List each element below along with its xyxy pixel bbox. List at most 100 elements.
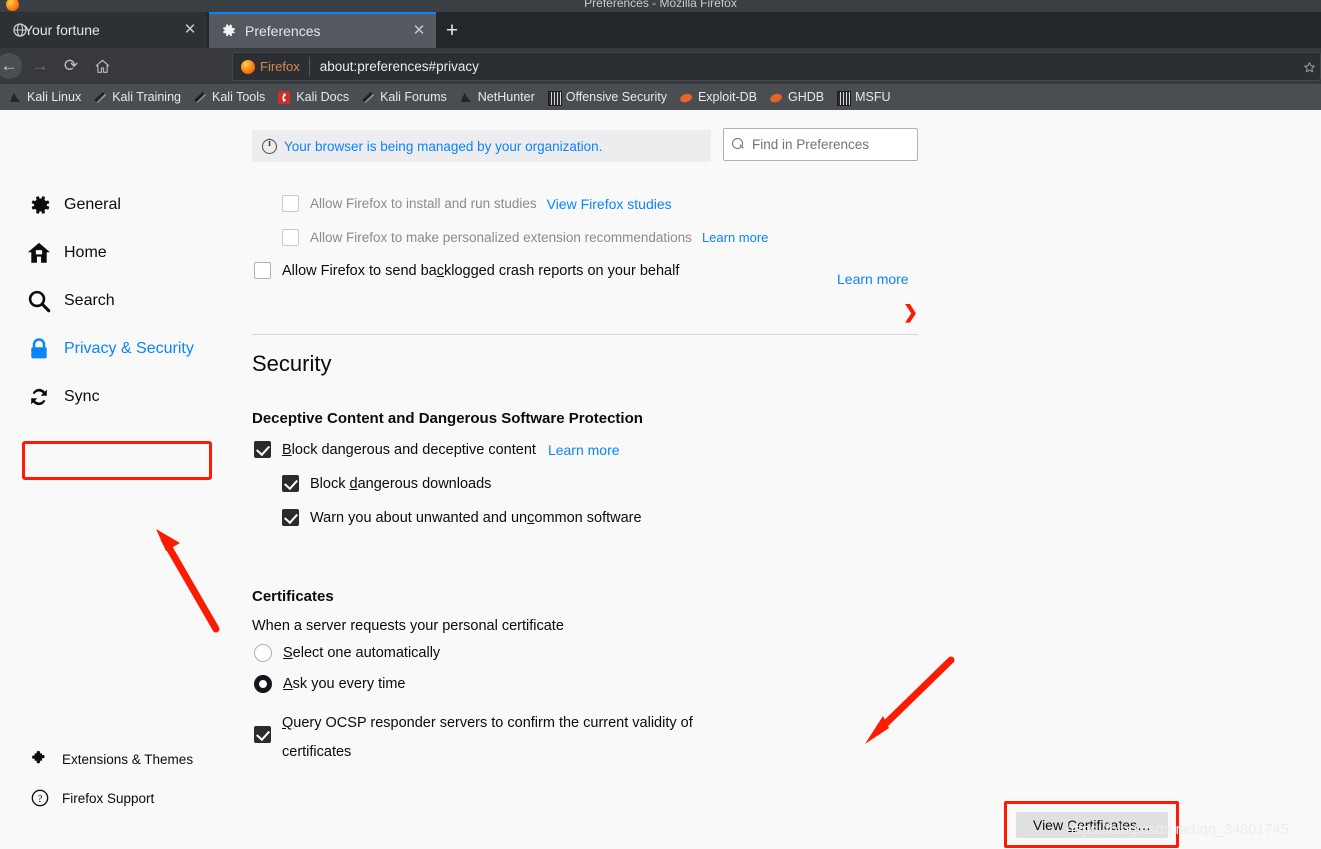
recommendations-learn-more-link[interactable]: Learn more bbox=[702, 229, 768, 247]
ask-every-time-radio[interactable] bbox=[254, 675, 272, 693]
warn-uncommon-software-label: Warn you about unwanted and uncommon sof… bbox=[310, 510, 642, 526]
recommendations-checkbox-row[interactable]: Allow Firefox to make personalized exten… bbox=[282, 229, 768, 247]
bookmark-kali-training[interactable]: Kali Training bbox=[87, 86, 187, 108]
find-in-preferences-input[interactable]: Find in Preferences bbox=[723, 128, 918, 161]
bookmark-label: Exploit-DB bbox=[697, 90, 757, 104]
address-bar[interactable]: Firefox about:preferences#privacy bbox=[232, 52, 1321, 81]
backlogged-crash-checkbox-row[interactable]: Allow Firefox to send backlogged crash r… bbox=[254, 262, 679, 280]
tab-strip: Your fortune ✕ Preferences ✕ + bbox=[0, 12, 1321, 48]
bookmark-label: Kali Training bbox=[112, 90, 181, 104]
msfu-icon bbox=[836, 90, 852, 106]
kali-dragon-icon bbox=[459, 90, 473, 104]
lock-icon bbox=[26, 336, 52, 362]
tab-preferences[interactable]: Preferences ✕ bbox=[209, 12, 436, 48]
access-key: d bbox=[349, 476, 358, 492]
bookmarks-toolbar: Kali Linux Kali Training Kali Tools Kali… bbox=[0, 84, 1321, 110]
sidebar-item-privacy-security[interactable]: Privacy & Security bbox=[26, 333, 194, 365]
block-dangerous-content-row[interactable]: Block dangerous and deceptive content Le… bbox=[254, 441, 620, 459]
kali-dragon-icon bbox=[8, 90, 22, 104]
tab-your-fortune[interactable]: Your fortune ✕ bbox=[0, 12, 207, 48]
bookmark-label: Kali Forums bbox=[380, 90, 447, 104]
question-circle-icon: ? bbox=[30, 788, 50, 808]
bookmark-kali-forums[interactable]: Kali Forums bbox=[355, 86, 453, 108]
kali-tool-icon bbox=[93, 90, 107, 104]
sidebar-item-extensions-themes[interactable]: Extensions & Themes bbox=[30, 746, 193, 772]
sidebar-item-label: Home bbox=[64, 244, 107, 261]
bookmark-star-icon[interactable] bbox=[1302, 61, 1316, 76]
identity-box[interactable]: Firefox bbox=[233, 57, 310, 76]
tab-title: Your fortune bbox=[24, 22, 100, 38]
svg-text:?: ? bbox=[38, 794, 43, 805]
sidebar-item-sync[interactable]: Sync bbox=[26, 381, 100, 413]
query-ocsp-checkbox[interactable] bbox=[254, 726, 271, 743]
block-content-learn-more-link[interactable]: Learn more bbox=[548, 441, 620, 459]
sidebar-item-label: General bbox=[64, 196, 121, 213]
section-divider bbox=[252, 334, 918, 335]
bookmark-label: GHDB bbox=[788, 90, 825, 104]
kali-tool-icon bbox=[361, 90, 375, 104]
backlogged-crash-learn-more-link[interactable]: Learn more bbox=[837, 271, 909, 287]
exploit-db-icon bbox=[679, 90, 693, 104]
bookmark-exploit-db[interactable]: Exploit-DB bbox=[673, 86, 763, 108]
sync-icon bbox=[26, 384, 52, 410]
close-icon[interactable]: ✕ bbox=[410, 22, 428, 40]
bookmark-offensive-security[interactable]: Offensive Security bbox=[541, 86, 673, 108]
block-dangerous-downloads-row[interactable]: Block dangerous downloads bbox=[282, 475, 491, 493]
back-button-icon[interactable]: ← bbox=[0, 53, 22, 79]
msfu-icon bbox=[547, 90, 562, 106]
home-button-icon[interactable] bbox=[89, 53, 115, 79]
policy-notice-text[interactable]: Your browser is being managed by your or… bbox=[284, 139, 602, 154]
new-tab-button[interactable]: + bbox=[440, 19, 464, 43]
find-placeholder: Find in Preferences bbox=[752, 137, 870, 152]
bookmark-label: NetHunter bbox=[477, 90, 535, 104]
warn-uncommon-software-row[interactable]: Warn you about unwanted and uncommon sof… bbox=[282, 509, 642, 527]
kali-tool-icon bbox=[193, 90, 207, 104]
bookmark-kali-docs[interactable]: Kali Docs bbox=[271, 86, 355, 108]
security-section-title: Security bbox=[252, 351, 332, 376]
backlogged-crash-checkbox[interactable] bbox=[254, 262, 271, 279]
recommendations-label: Allow Firefox to make personalized exten… bbox=[310, 230, 692, 245]
backlogged-crash-label: Allow Firefox to send backlogged crash r… bbox=[282, 263, 680, 279]
bookmark-label: Kali Linux bbox=[27, 90, 82, 104]
access-key: S bbox=[283, 645, 293, 661]
recommendations-checkbox[interactable] bbox=[282, 229, 299, 246]
block-dangerous-downloads-label: Block dangerous downloads bbox=[310, 476, 492, 492]
warn-uncommon-software-checkbox[interactable] bbox=[282, 509, 299, 526]
globe-icon bbox=[12, 22, 28, 38]
sidebar-item-general[interactable]: General bbox=[26, 189, 121, 221]
forward-button-icon[interactable]: → bbox=[27, 53, 53, 79]
sidebar-item-search[interactable]: Search bbox=[26, 285, 115, 317]
ask-every-time-label: Ask you every time bbox=[283, 676, 406, 692]
bookmark-ghdb[interactable]: GHDB bbox=[763, 86, 830, 108]
bookmark-msfu[interactable]: MSFU bbox=[830, 86, 896, 108]
reload-button-icon[interactable]: ⟳ bbox=[58, 53, 84, 79]
sidebar-item-firefox-support[interactable]: ? Firefox Support bbox=[30, 785, 154, 811]
studies-checkbox[interactable] bbox=[282, 195, 299, 212]
bookmark-kali-tools[interactable]: Kali Tools bbox=[187, 86, 271, 108]
preferences-sidebar: General Home Search Privacy & Security S… bbox=[0, 110, 248, 849]
select-automatically-radio-row[interactable]: Select one automatically bbox=[254, 644, 440, 662]
bookmark-kali-linux[interactable]: Kali Linux bbox=[2, 86, 87, 108]
query-ocsp-row[interactable]: Query OCSP responder servers to confirm … bbox=[254, 709, 693, 767]
exploit-db-icon bbox=[769, 90, 783, 104]
block-dangerous-downloads-checkbox[interactable] bbox=[282, 475, 299, 492]
kali-docs-icon bbox=[277, 90, 291, 104]
certificates-heading: Certificates bbox=[252, 588, 334, 605]
block-dangerous-content-checkbox[interactable] bbox=[254, 441, 271, 458]
gear-icon bbox=[221, 23, 237, 39]
bookmark-label: Kali Tools bbox=[212, 90, 266, 104]
url-text: about:preferences#privacy bbox=[319, 59, 479, 74]
sidebar-item-label: Sync bbox=[64, 388, 100, 405]
studies-checkbox-row[interactable]: Allow Firefox to install and run studies… bbox=[282, 195, 672, 213]
search-icon bbox=[732, 138, 745, 151]
select-automatically-radio[interactable] bbox=[254, 644, 272, 662]
ask-every-time-radio-row[interactable]: Ask you every time bbox=[254, 675, 406, 693]
preferences-main-pane: Your browser is being managed by your or… bbox=[248, 110, 1321, 849]
close-icon[interactable]: ✕ bbox=[181, 21, 199, 39]
sidebar-item-home[interactable]: Home bbox=[26, 237, 107, 269]
bookmark-label: Kali Docs bbox=[296, 90, 350, 104]
view-firefox-studies-link[interactable]: View Firefox studies bbox=[547, 195, 672, 213]
window-titlebar: Preferences - Mozilla Firefox bbox=[0, 0, 1321, 12]
deceptive-content-heading: Deceptive Content and Dangerous Software… bbox=[252, 410, 643, 427]
bookmark-nethunter[interactable]: NetHunter bbox=[453, 86, 541, 108]
